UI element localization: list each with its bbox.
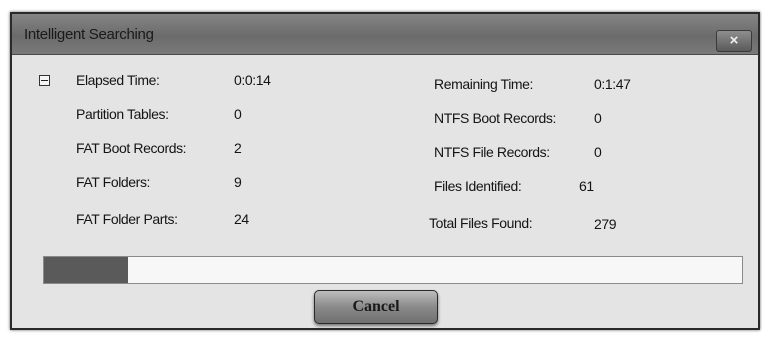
partition-tables-value: 0: [234, 106, 242, 122]
progress-fill: [44, 257, 128, 283]
partition-tables-label: Partition Tables:: [76, 106, 169, 122]
fat-folder-parts-value: 24: [234, 211, 249, 227]
title-bar[interactable]: Intelligent Searching ×: [12, 14, 758, 55]
remaining-time-label: Remaining Time:: [434, 76, 534, 92]
remaining-time-value: 0:1:47: [594, 76, 631, 92]
ntfs-file-records-value: 0: [594, 144, 602, 160]
elapsed-time-label: Elapsed Time:: [76, 72, 160, 88]
search-progress-bar: [43, 256, 743, 284]
ntfs-boot-records-label: NTFS Boot Records:: [434, 110, 556, 126]
close-icon: ×: [729, 32, 739, 49]
ntfs-boot-records-value: 0: [594, 110, 602, 126]
fat-folder-parts-label: FAT Folder Parts:: [76, 211, 178, 227]
fat-folders-value: 9: [234, 174, 242, 190]
fat-boot-records-value: 2: [234, 140, 242, 156]
dialog-title: Intelligent Searching: [24, 26, 154, 43]
collapse-minus-icon[interactable]: [39, 75, 50, 86]
close-button[interactable]: ×: [716, 30, 752, 52]
intelligent-searching-dialog: Intelligent Searching × Elapsed Time: 0:…: [10, 12, 760, 330]
files-identified-value: 61: [579, 178, 594, 194]
fat-folders-label: FAT Folders:: [76, 174, 151, 190]
total-files-found-value: 279: [594, 216, 617, 232]
files-identified-label: Files Identified:: [434, 178, 522, 194]
ntfs-file-records-label: NTFS File Records:: [434, 144, 550, 160]
cancel-button[interactable]: Cancel: [314, 290, 438, 324]
total-files-found-label: Total Files Found:: [429, 215, 533, 231]
fat-boot-records-label: FAT Boot Records:: [76, 140, 187, 156]
elapsed-time-value: 0:0:14: [234, 72, 271, 88]
